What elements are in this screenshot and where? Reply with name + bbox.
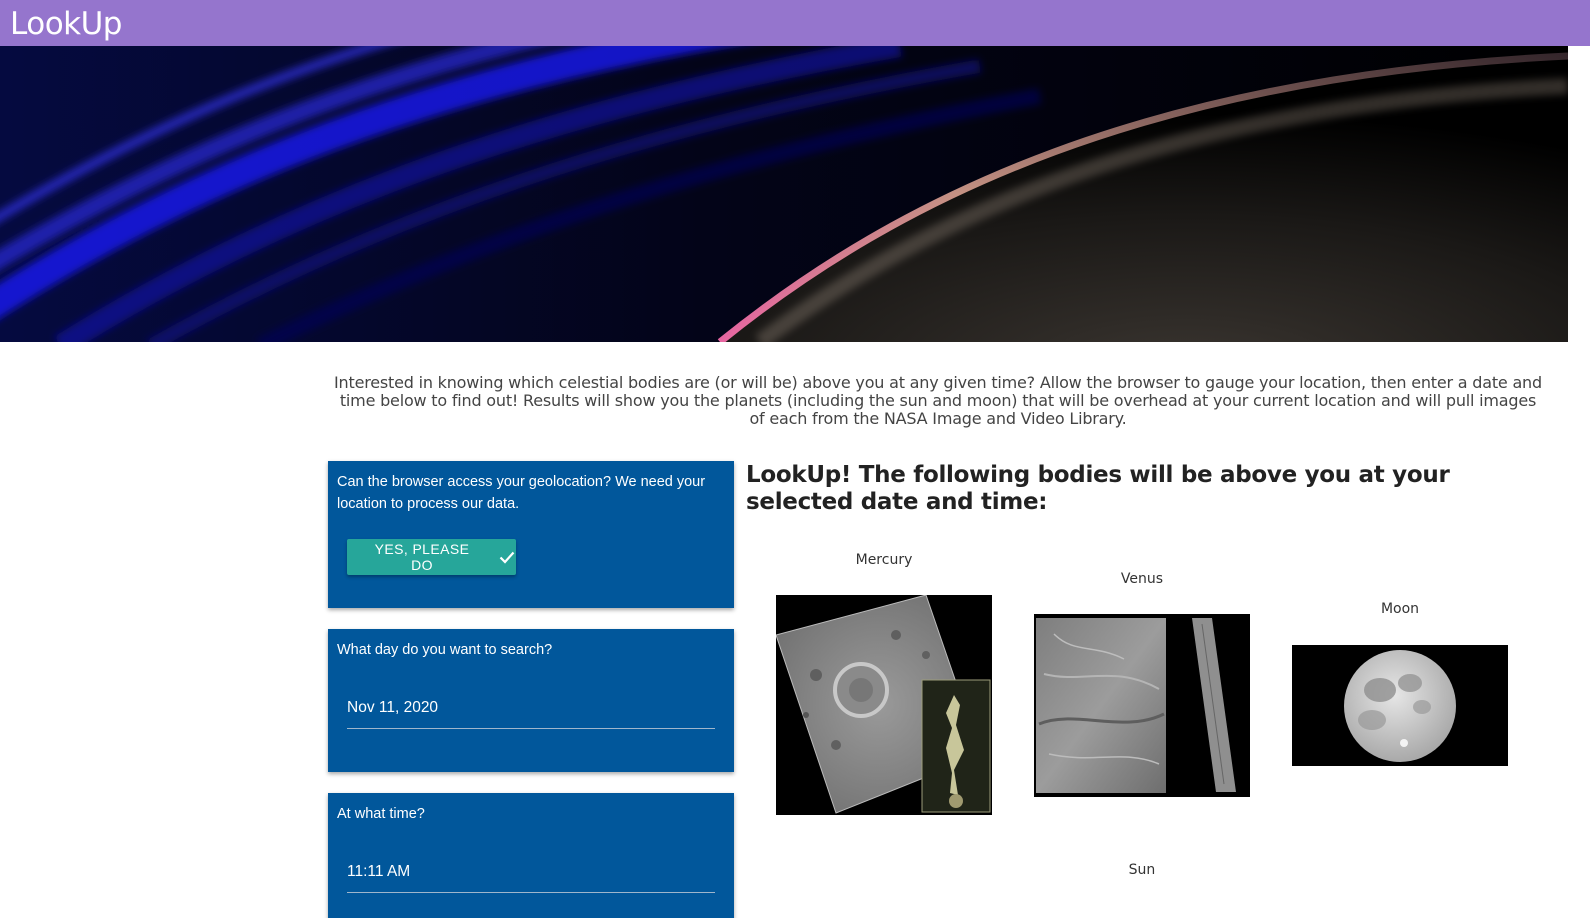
check-icon [498,548,516,566]
venus-image [1034,614,1250,797]
intro-text: Interested in knowing which celestial bo… [334,373,1542,428]
geolocation-card: Can the browser access your geolocation?… [328,461,734,608]
geolocation-question: Can the browser access your geolocation?… [337,474,706,512]
date-input[interactable] [347,689,715,727]
mercury-image [776,595,992,815]
results-heading: LookUp! The following bodies will be abo… [746,462,1450,515]
time-card: At what time? [328,793,734,918]
allow-geolocation-button[interactable]: YES, PLEASE DO [347,539,516,575]
body-label-sun: Sun [1128,862,1156,878]
date-card: What day do you want to search? [328,629,734,772]
app-title[interactable]: LookUp [10,6,122,42]
body-label-moon: Moon [1380,601,1420,617]
allow-geolocation-label: YES, PLEASE DO [374,541,470,573]
hero-banner-image [0,46,1568,342]
body-label-mercury: Mercury [855,552,913,568]
time-input[interactable] [347,853,715,891]
moon-image [1292,645,1508,766]
time-field [347,853,715,893]
app-bar: LookUp [0,0,1590,46]
date-field [347,689,715,729]
time-question: At what time? [337,806,425,822]
body-label-venus: Venus [1120,571,1164,587]
date-question: What day do you want to search? [337,642,553,658]
